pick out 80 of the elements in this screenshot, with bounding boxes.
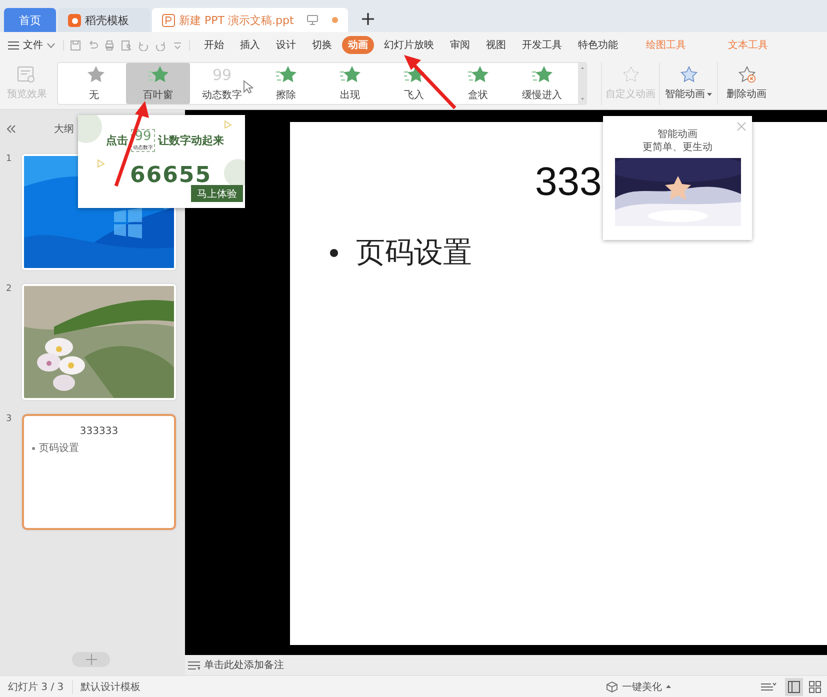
ribbon-tab[interactable]: 特色功能: [572, 36, 624, 54]
animation-option[interactable]: 盒状: [446, 63, 510, 104]
annotation-arrow: [404, 55, 456, 110]
bullet-text[interactable]: 页码设置: [356, 233, 472, 273]
slide-title: 333333: [78, 426, 120, 437]
document-tab[interactable]: 首页: [4, 8, 56, 32]
plus-icon: [86, 654, 96, 665]
slide-number: 1: [6, 154, 13, 166]
sample-number: 66655: [130, 163, 212, 188]
monitor-icon[interactable]: [307, 15, 318, 25]
slide-number: 3: [6, 414, 13, 426]
slide-counter: 幻灯片 3 / 3: [0, 680, 73, 694]
document-tab[interactable]: 稻壳模板: [58, 8, 150, 32]
animation-option[interactable]: 百叶窗: [126, 63, 190, 104]
print-icon[interactable]: [104, 40, 115, 50]
grid-view-icon[interactable]: [809, 680, 821, 692]
add-slide-button[interactable]: [72, 652, 110, 667]
animation-action-button[interactable]: 智能动画: [659, 62, 717, 105]
promo-text: 让数字动起来: [158, 133, 224, 148]
notes-icon: [188, 660, 200, 670]
new-tab-icon[interactable]: [362, 13, 374, 25]
caret-icon: [707, 92, 712, 96]
gallery-scroll-bar[interactable]: [578, 63, 586, 104]
star-icon: [147, 65, 169, 85]
star-icon: [275, 65, 297, 85]
bullet-icon: [32, 446, 35, 450]
star-icon: [531, 65, 553, 85]
star-icon: [620, 66, 640, 84]
triangle-icon: [224, 120, 232, 129]
ribbon-tab[interactable]: 切换: [306, 36, 338, 54]
animation-option[interactable]: 出现: [318, 63, 382, 104]
ribbon-tab[interactable]: 设计: [270, 36, 302, 54]
star-icon: [339, 65, 361, 85]
notes-toggle-icon[interactable]: [761, 682, 779, 692]
template-name[interactable]: 默认设计模板: [72, 680, 149, 694]
promo-text: 点击: [106, 133, 128, 148]
cursor-icon: [243, 80, 253, 94]
sparkle-star-icon: [678, 66, 698, 84]
bullet-text: 页码设置: [39, 442, 79, 455]
bullet-icon: [330, 249, 338, 257]
ribbon-tab[interactable]: 审阅: [444, 36, 476, 54]
cube-icon: [606, 680, 618, 692]
ribbon-tab[interactable]: 视图: [480, 36, 512, 54]
chevron-down-icon: [47, 42, 55, 48]
tip-subtitle: 更简单、更生动: [642, 141, 712, 154]
app-logo-icon: [68, 14, 81, 26]
animation-option[interactable]: 擦除: [254, 63, 318, 104]
slide-title[interactable]: 333: [535, 160, 602, 205]
triangle-icon: [98, 159, 105, 168]
animation-action-button[interactable]: 删除动画: [717, 62, 775, 105]
document-icon: [162, 14, 175, 26]
tip-title: 智能动画: [658, 128, 698, 141]
outline-tab[interactable]: 大纲: [54, 122, 74, 136]
animation-option[interactable]: 飞入: [382, 63, 446, 104]
ribbon-tab[interactable]: 开发工具: [516, 36, 568, 54]
caret-icon: [666, 685, 671, 688]
normal-view-icon[interactable]: [785, 678, 803, 696]
slide-number: 2: [6, 284, 13, 296]
more-icon[interactable]: [172, 40, 183, 50]
try-now-button[interactable]: 马上体验: [191, 185, 243, 202]
close-icon[interactable]: [737, 122, 746, 131]
delete-star-icon: [736, 66, 756, 84]
ribbon-tab[interactable]: 幻灯片放映: [378, 36, 440, 54]
save-icon[interactable]: [70, 40, 81, 50]
scroll-up-icon[interactable]: [580, 67, 584, 69]
ribbon-tab[interactable]: 开始: [198, 36, 230, 54]
preview-icon: [17, 66, 37, 84]
file-menu[interactable]: 文件: [8, 38, 55, 52]
star-icon: [467, 65, 489, 85]
collapse-icon[interactable]: [6, 125, 16, 133]
scroll-down-icon[interactable]: [580, 98, 584, 100]
ribbon-tab[interactable]: 插入: [234, 36, 266, 54]
slide-thumbnail[interactable]: 333333 页码设置: [22, 414, 176, 530]
menu-icon: [8, 40, 19, 50]
notes-placeholder[interactable]: 单击此处添加备注: [204, 658, 284, 672]
print-preview-icon[interactable]: [121, 40, 132, 50]
beautify-button[interactable]: 一键美化: [606, 680, 671, 694]
animation-option[interactable]: 无: [62, 63, 126, 104]
animation-option[interactable]: 缓慢进入: [510, 63, 574, 104]
unsaved-dot-icon: [332, 17, 338, 23]
